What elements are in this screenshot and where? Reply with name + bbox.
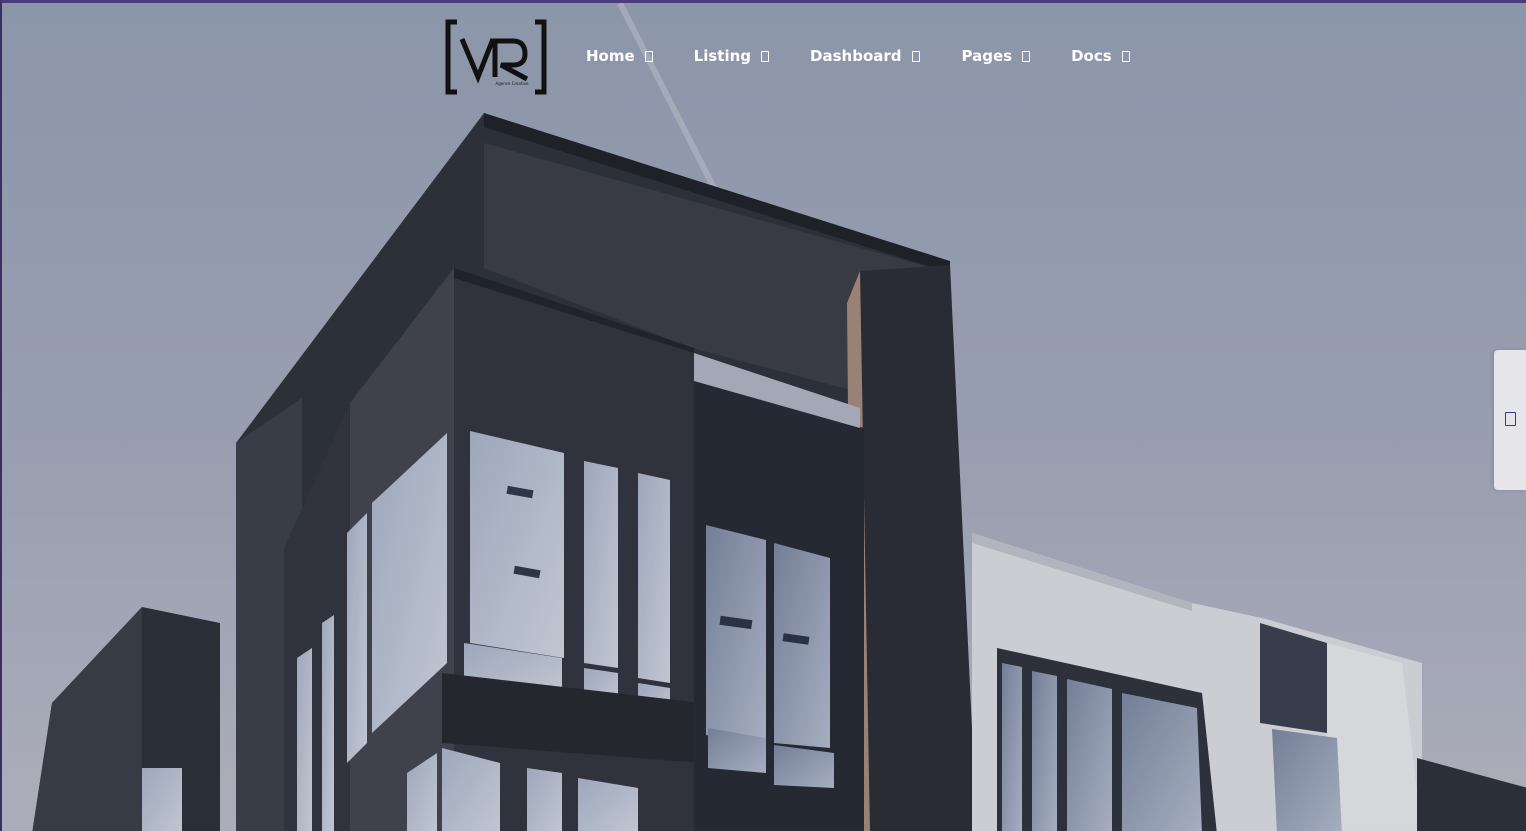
logo-tagline: Agence Creative xyxy=(496,81,530,86)
nav-item-label: Home xyxy=(586,47,635,65)
vr-brand-logo[interactable]: Agence Creative xyxy=(445,19,547,95)
chevron-down-icon xyxy=(761,51,770,62)
nav-item-pages[interactable]: Pages xyxy=(962,43,1031,69)
hero-building-image xyxy=(2,3,1526,831)
settings-toggle-icon xyxy=(1505,412,1516,426)
chevron-down-icon xyxy=(1121,51,1130,62)
main-nav: Home Listing Dashboard Pages Docs xyxy=(586,43,1130,69)
nav-item-label: Pages xyxy=(961,47,1013,65)
nav-item-label: Dashboard xyxy=(810,47,902,65)
nav-item-docs[interactable]: Docs xyxy=(1071,43,1130,69)
chevron-down-icon xyxy=(644,51,653,62)
chevron-down-icon xyxy=(1022,51,1031,62)
chevron-down-icon xyxy=(911,51,920,62)
nav-item-label: Docs xyxy=(1071,47,1112,65)
page: Agence Creative Home Listing Dashboard P… xyxy=(0,0,1526,831)
nav-item-home[interactable]: Home xyxy=(586,43,653,69)
nav-item-label: Listing xyxy=(693,47,752,65)
settings-panel-toggle[interactable] xyxy=(1494,350,1526,490)
nav-item-dashboard[interactable]: Dashboard xyxy=(810,43,920,69)
site-header: Agence Creative Home Listing Dashboard P… xyxy=(2,3,1526,103)
nav-item-listing[interactable]: Listing xyxy=(693,43,770,69)
